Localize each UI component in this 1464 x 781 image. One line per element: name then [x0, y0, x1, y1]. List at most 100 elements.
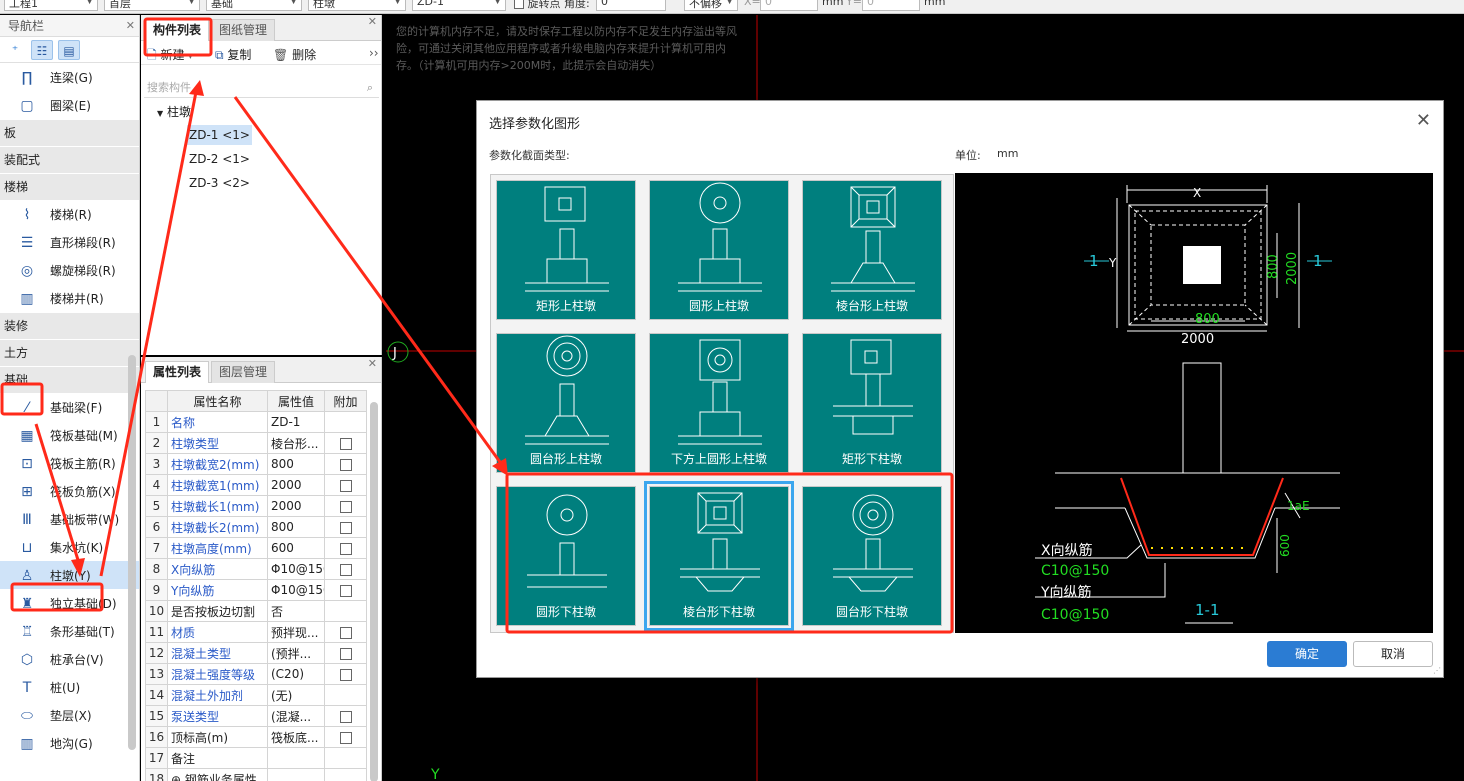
nav-category-foundation[interactable]: 基础	[0, 367, 139, 393]
append-checkbox[interactable]	[339, 584, 352, 597]
property-value[interactable]: 棱台形...	[267, 432, 325, 454]
property-row[interactable]: 16 顶标高(m) 筏板底...	[145, 726, 367, 748]
nav-item[interactable]: ∏ 连梁(G)	[0, 63, 139, 91]
nav-category-decoration[interactable]: 装修	[0, 313, 139, 339]
property-row[interactable]: 7 柱墩高度(mm) 600	[145, 537, 367, 559]
resize-grip-icon[interactable]: ⋰	[1433, 666, 1441, 675]
property-row[interactable]: 10 是否按板边切割否	[145, 600, 367, 622]
shape-option[interactable]: 矩形上柱墩	[496, 180, 636, 320]
nav-category-slab[interactable]: 板	[0, 120, 139, 146]
component-search-input[interactable]: 搜索构件... ⌕	[144, 78, 379, 98]
nav-item[interactable]: ♖ 条形基础(T)	[0, 617, 139, 645]
property-value[interactable]: 800	[267, 516, 325, 538]
nav-item[interactable]: T 桩(U)	[0, 673, 139, 701]
tab-layer-management[interactable]: 图层管理	[211, 361, 276, 383]
append-checkbox[interactable]	[339, 563, 352, 576]
new-button[interactable]: 🗋 新建 ▾	[147, 46, 192, 67]
nav-item[interactable]: ⬡ 桩承台(V)	[0, 645, 139, 673]
property-value[interactable]: 800	[267, 453, 325, 475]
nav-item[interactable]: ⊞ 筏板负筋(X)	[0, 477, 139, 505]
shape-option[interactable]: 圆形下柱墩	[496, 486, 636, 626]
property-value[interactable]	[267, 768, 325, 781]
append-checkbox[interactable]	[339, 458, 352, 471]
tree-item-zd3[interactable]: ZD-3 <2>	[187, 173, 252, 193]
property-row[interactable]: 8X向纵筋Φ10@150	[145, 558, 367, 580]
append-checkbox[interactable]	[339, 542, 352, 555]
ok-button[interactable]: 确定	[1267, 641, 1347, 667]
shape-option[interactable]: 棱台形上柱墩	[802, 180, 942, 320]
nav-item[interactable]: ☰ 直形梯段(R)	[0, 228, 139, 256]
tree-root-column-pier[interactable]: ▼ 柱墩	[157, 103, 191, 120]
delete-button[interactable]: 🗑 删除	[273, 46, 316, 63]
shape-option[interactable]: 圆台形上柱墩	[496, 333, 636, 473]
property-value[interactable]: (预拌...	[267, 642, 325, 664]
property-value[interactable]: 筏板底...	[267, 726, 325, 748]
nav-item[interactable]: ⊡ 筏板主筋(R)	[0, 449, 139, 477]
nav-category-earthwork[interactable]: 土方	[0, 340, 139, 366]
property-value[interactable]	[267, 747, 325, 769]
rotate-option[interactable]: 旋转点 角度:	[514, 0, 590, 11]
nav-item[interactable]: ♜ 独立基础(D)	[0, 589, 139, 617]
rotate-checkbox[interactable]	[514, 0, 524, 9]
floor-combo[interactable]: 首层 ▼	[104, 0, 200, 11]
property-value[interactable]: Φ10@150	[267, 579, 325, 601]
property-row[interactable]: 2 柱墩类型 棱台形...	[145, 432, 367, 454]
nav-item[interactable]: ⌇ 楼梯(R)	[0, 200, 139, 228]
more-button[interactable]: ››	[369, 46, 379, 60]
property-row[interactable]: 13 混凝土强度等级 (C20)	[145, 663, 367, 685]
append-checkbox[interactable]	[339, 647, 352, 660]
nav-category-prefab[interactable]: 装配式	[0, 147, 139, 173]
property-value[interactable]: 否	[267, 600, 325, 622]
x-input[interactable]: 0	[760, 0, 818, 11]
y-input[interactable]: 0	[862, 0, 920, 11]
property-value[interactable]: (混凝...	[267, 705, 325, 727]
property-row[interactable]: 12 混凝土类型 (预拌...	[145, 642, 367, 664]
nav-item[interactable]: Ⅲ 基础板带(W)	[0, 505, 139, 533]
property-value[interactable]: Φ10@150	[267, 558, 325, 580]
property-scrollbar[interactable]	[370, 402, 378, 781]
tab-component-list[interactable]: 构件列表	[145, 19, 210, 41]
angle-input[interactable]: 0	[596, 0, 666, 11]
project-combo[interactable]: 工程1 ▼	[4, 0, 98, 11]
nav-item[interactable]: ▥ 楼梯井(R)	[0, 284, 139, 312]
tree-item-zd2[interactable]: ZD-2 <1>	[187, 149, 252, 169]
append-checkbox[interactable]	[339, 626, 352, 639]
property-row[interactable]: 11 材质 预拌现...	[145, 621, 367, 643]
append-checkbox[interactable]	[339, 668, 352, 681]
property-row[interactable]: 1 名称 ZD-1	[145, 411, 367, 433]
type-combo[interactable]: 柱墩 ▼	[308, 0, 406, 11]
property-row[interactable]: 14 混凝土外加剂 (无)	[145, 684, 367, 706]
nav-item[interactable]: ▦ 筏板基础(M)	[0, 421, 139, 449]
cancel-button[interactable]: 取消	[1353, 641, 1433, 667]
append-checkbox[interactable]	[339, 500, 352, 513]
detail-view-icon[interactable]: ▤	[58, 40, 80, 60]
property-value[interactable]: (无)	[267, 684, 325, 706]
close-icon[interactable]: ✕	[368, 357, 377, 370]
property-value[interactable]: 2000	[267, 474, 325, 496]
component-combo[interactable]: ZD-1 ▼	[412, 0, 506, 11]
property-row[interactable]: 18 ⊕ 钢筋业务属性	[145, 768, 367, 781]
property-value[interactable]: 600	[267, 537, 325, 559]
close-icon[interactable]: ✕	[368, 15, 377, 28]
list-view-icon[interactable]: ☷	[31, 40, 53, 60]
tree-item-zd1[interactable]: ZD-1 <1>	[187, 125, 252, 145]
property-row[interactable]: 4 柱墩截宽1(mm) 2000	[145, 474, 367, 496]
property-value[interactable]: 预拌现...	[267, 621, 325, 643]
property-row[interactable]: 6 柱墩截长2(mm) 800	[145, 516, 367, 538]
shape-option[interactable]: 矩形下柱墩	[802, 333, 942, 473]
property-value[interactable]: ZD-1	[267, 411, 325, 433]
sparkle-icon[interactable]: ⁺	[4, 40, 26, 60]
append-checkbox[interactable]	[339, 521, 352, 534]
append-checkbox[interactable]	[339, 437, 352, 450]
property-value[interactable]: (C20)	[267, 663, 325, 685]
copy-button[interactable]: ⧉ 复制	[215, 46, 251, 63]
category-combo[interactable]: 基础 ▼	[206, 0, 302, 11]
close-icon[interactable]: ✕	[126, 15, 135, 37]
offset-combo[interactable]: 不偏移 ▼	[684, 0, 738, 11]
append-checkbox[interactable]	[339, 479, 352, 492]
nav-item[interactable]: ▢ 圈梁(E)	[0, 91, 139, 119]
search-icon[interactable]: ⌕	[367, 78, 373, 98]
nav-item[interactable]: ⁄ 基础梁(F)	[0, 393, 139, 421]
tab-property-list[interactable]: 属性列表	[145, 361, 210, 383]
nav-category-stairs[interactable]: 楼梯	[0, 174, 139, 200]
